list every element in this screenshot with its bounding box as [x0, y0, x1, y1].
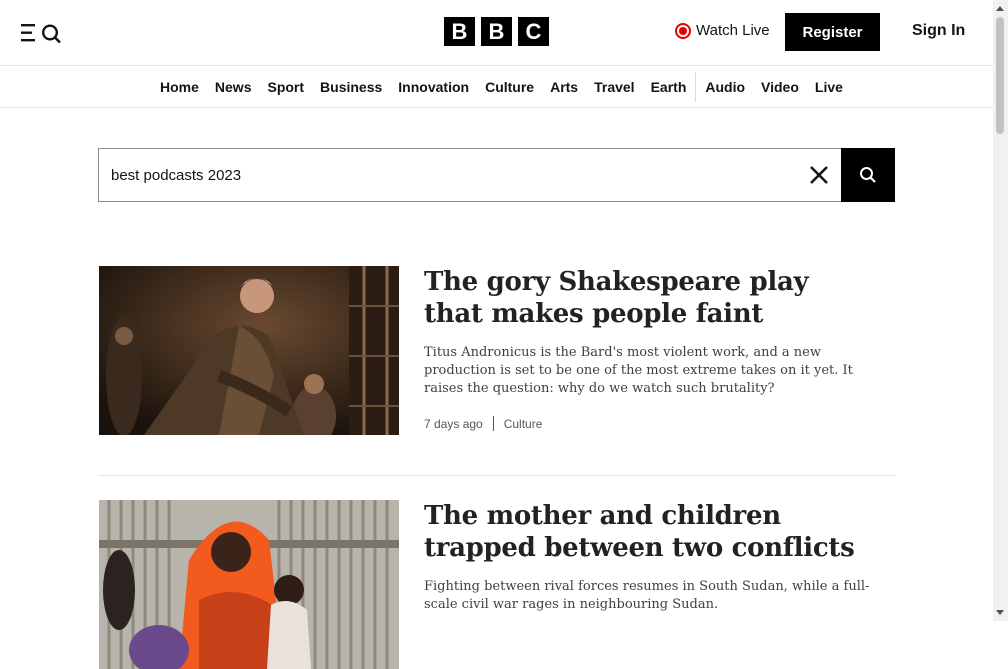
logo-block-3: C	[518, 17, 549, 46]
result-title[interactable]: The mother and children trapped between …	[424, 500, 874, 564]
result-image[interactable]	[99, 500, 399, 669]
logo-block-2: B	[481, 17, 512, 46]
search-input[interactable]	[99, 149, 789, 201]
scroll-thumb[interactable]	[996, 17, 1004, 134]
register-button[interactable]: Register	[785, 13, 880, 51]
nav-item-audio[interactable]: Audio	[697, 79, 753, 95]
scrollbar[interactable]	[993, 0, 1008, 621]
close-icon[interactable]	[799, 155, 839, 195]
nav-item-arts[interactable]: Arts	[542, 79, 586, 95]
search-box	[98, 148, 895, 202]
sign-in-link[interactable]: Sign In	[912, 22, 965, 40]
nav-list: Home News Sport Business Innovation Cult…	[152, 66, 851, 107]
live-dot-icon	[675, 22, 691, 39]
nav-item-sport[interactable]: Sport	[259, 79, 312, 95]
nav-item-business[interactable]: Business	[312, 79, 390, 95]
search-result: The gory Shakespeare play that makes peo…	[98, 266, 895, 436]
meta-separator	[492, 416, 494, 431]
result-title[interactable]: The gory Shakespeare play that makes peo…	[424, 266, 874, 330]
scroll-up-arrow-icon[interactable]	[996, 6, 1004, 11]
top-bar: B B C Watch Live Register Sign In	[0, 0, 993, 66]
bbc-logo[interactable]: B B C	[444, 17, 549, 46]
nav-item-culture[interactable]: Culture	[477, 79, 542, 95]
result-body: The mother and children trapped between …	[424, 500, 874, 614]
nav-item-home[interactable]: Home	[152, 79, 207, 95]
nav-item-earth[interactable]: Earth	[643, 79, 695, 95]
result-category[interactable]: Culture	[504, 417, 543, 431]
result-summary: Fighting between rival forces resumes in…	[424, 579, 870, 612]
search-icon	[860, 167, 876, 183]
result-image[interactable]	[99, 266, 399, 435]
scroll-down-arrow-icon[interactable]	[996, 610, 1004, 615]
nav-item-video[interactable]: Video	[753, 79, 807, 95]
main-nav: Home News Sport Business Innovation Cult…	[0, 66, 993, 108]
result-meta: 7 days ago Culture	[424, 416, 874, 431]
nav-item-innovation[interactable]: Innovation	[390, 79, 477, 95]
nav-item-travel[interactable]: Travel	[586, 79, 642, 95]
result-body: The gory Shakespeare play that makes peo…	[424, 266, 874, 431]
nav-item-live[interactable]: Live	[807, 79, 851, 95]
divider	[98, 475, 895, 476]
search-result: The mother and children trapped between …	[98, 500, 895, 669]
logo-block-1: B	[444, 17, 475, 46]
result-time: 7 days ago	[424, 416, 483, 431]
nav-divider	[695, 71, 697, 102]
result-summary: Titus Andronicus is the Bard's most viol…	[424, 345, 853, 396]
search-button[interactable]	[841, 148, 895, 202]
nav-item-news[interactable]: News	[207, 79, 260, 95]
watch-live-link[interactable]: Watch Live	[675, 22, 770, 39]
watch-live-label: Watch Live	[696, 22, 770, 39]
menu-search-icon[interactable]	[21, 21, 63, 45]
